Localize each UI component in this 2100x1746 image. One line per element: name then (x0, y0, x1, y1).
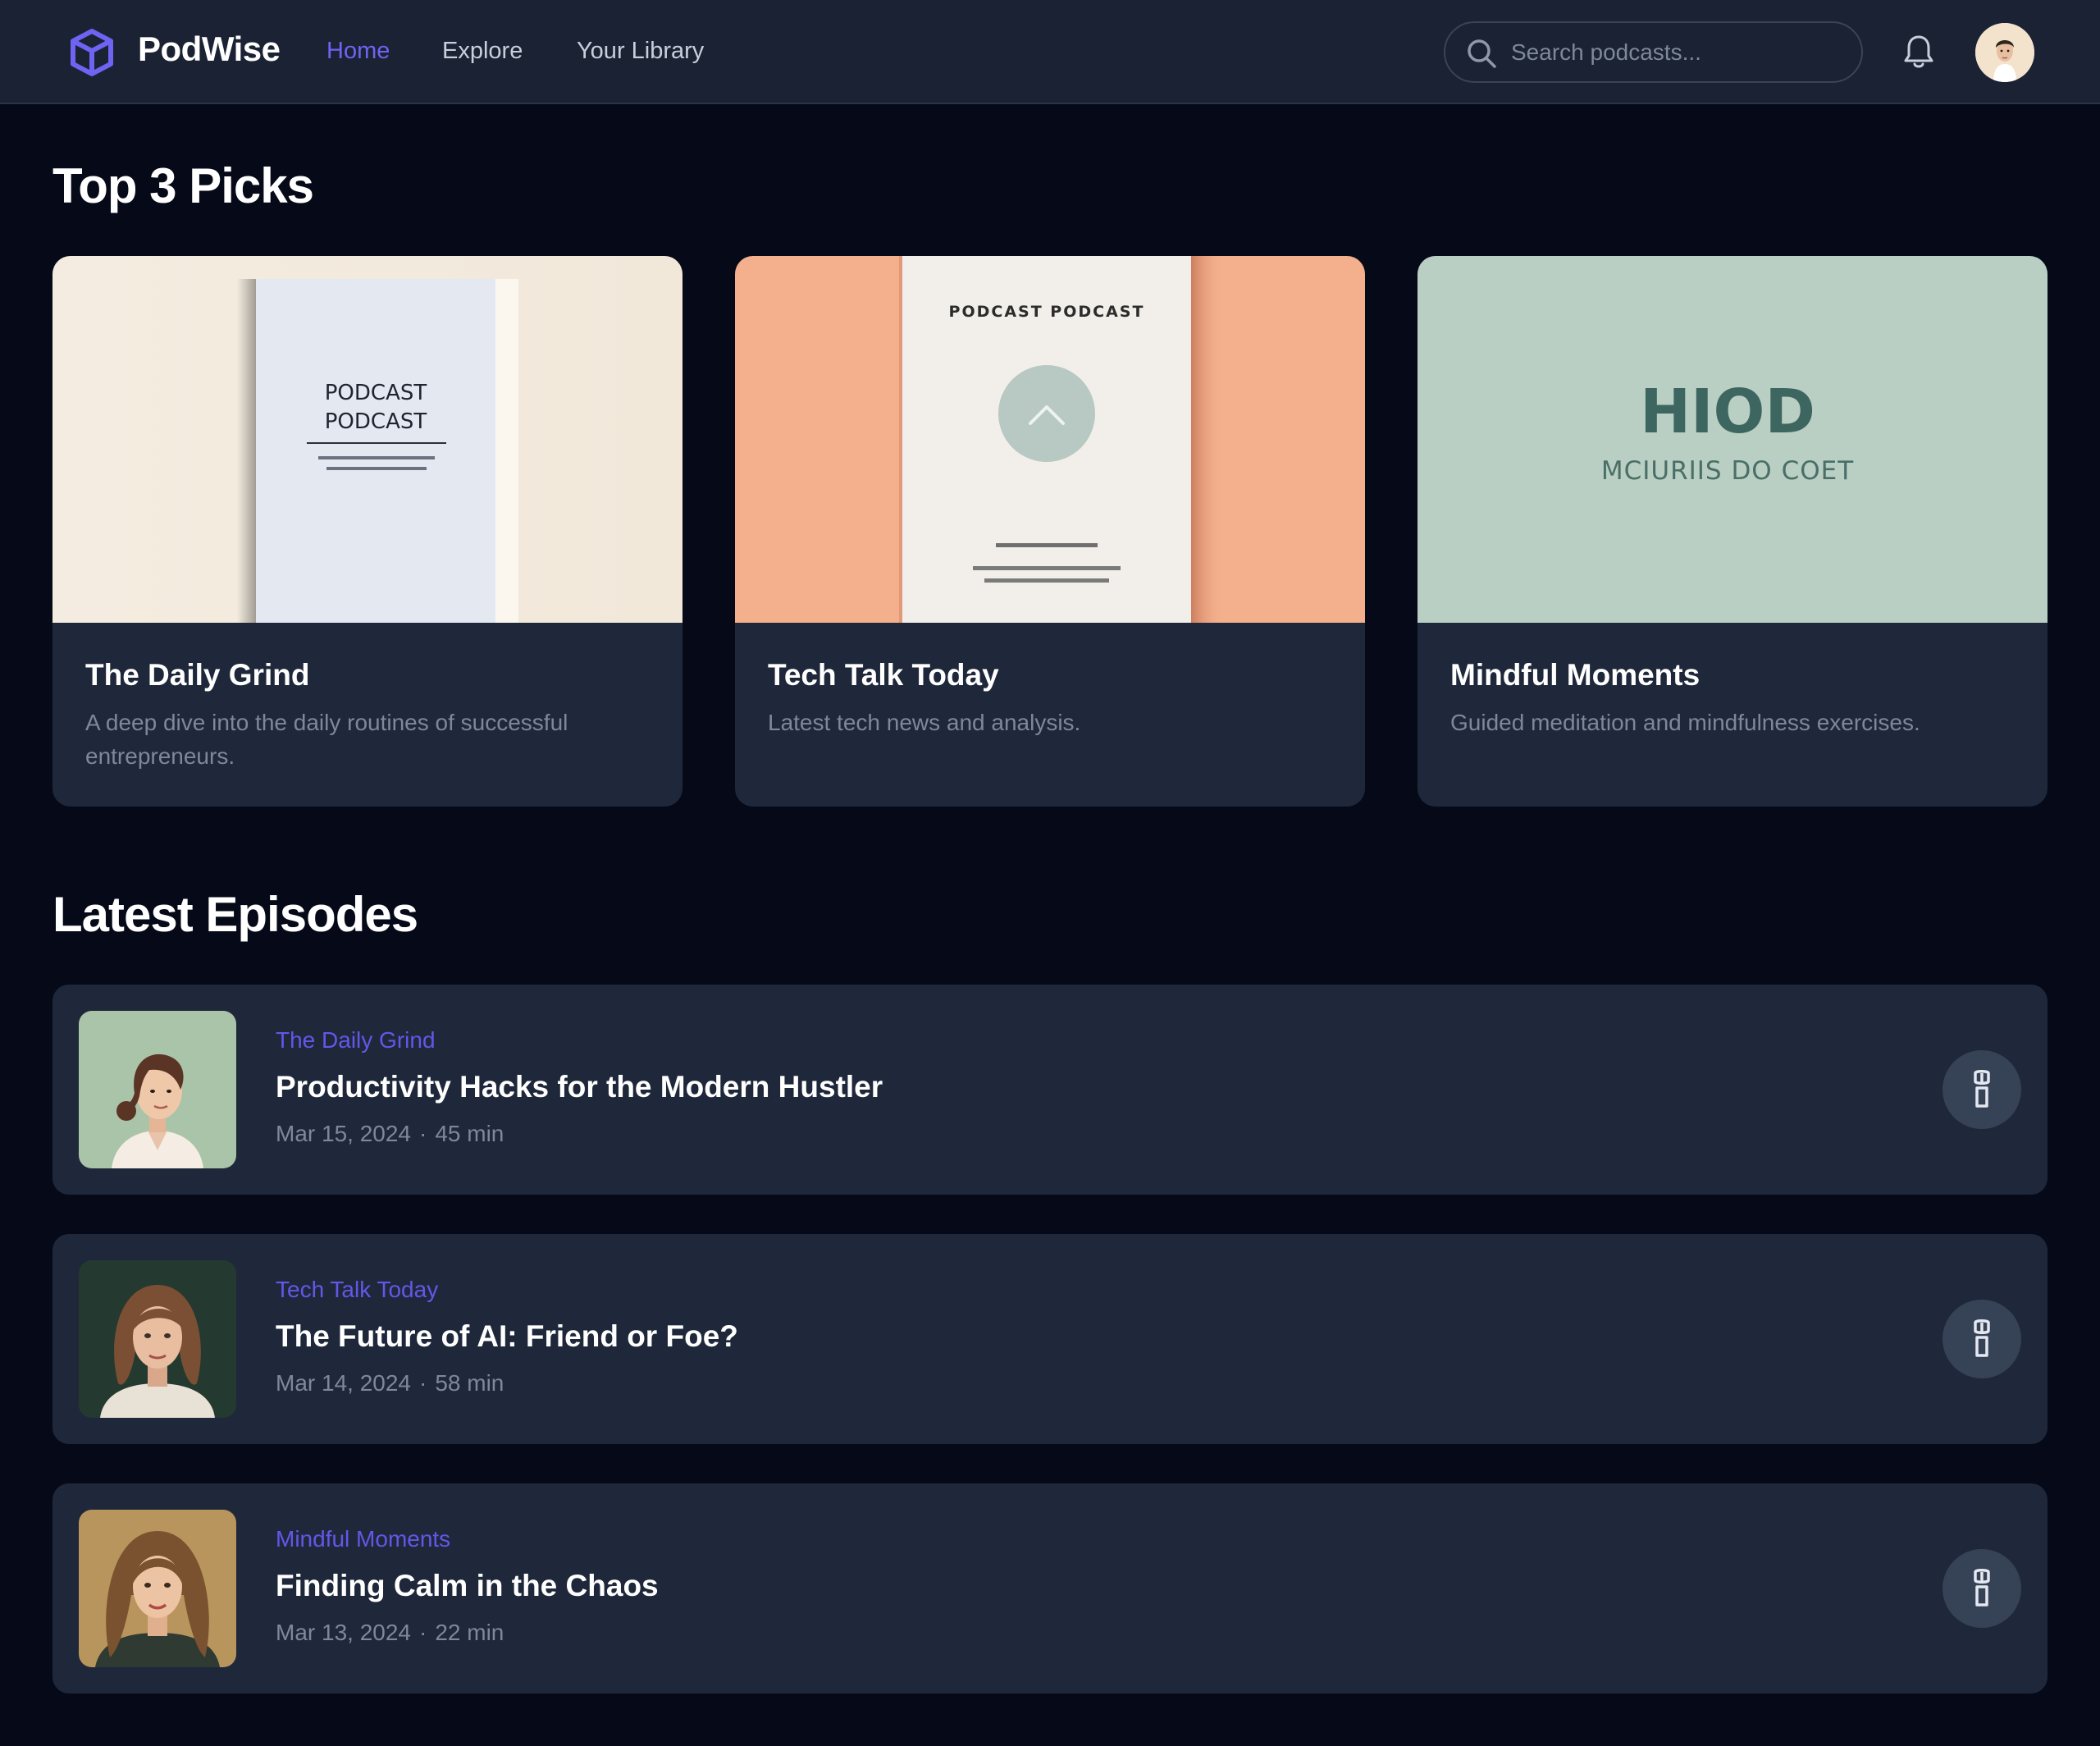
pick-description: Latest tech news and analysis. (768, 710, 1081, 735)
episode-show-name[interactable]: The Daily Grind (276, 1027, 436, 1054)
episode-title[interactable]: The Future of AI: Friend or Foe? (276, 1319, 738, 1354)
pick-title: Tech Talk Today (768, 658, 999, 692)
cube-logo-icon[interactable] (67, 28, 116, 77)
nav-home[interactable]: Home (326, 38, 390, 65)
pick-card-mindful-moments[interactable]: HIOD MCIURIIS DO COET Mindful Moments Gu… (1418, 256, 2048, 807)
episode-row[interactable]: Mindful Moments Finding Calm in the Chao… (52, 1483, 2048, 1693)
play-button[interactable] (1942, 1549, 2021, 1628)
pick-card-tech-talk-today[interactable]: PODCAST PODCAST Tech Talk Today Latest t… (735, 256, 1365, 807)
meta-separator: · (419, 1121, 427, 1146)
podcast-cover-art: PODCAST PODCAST (735, 256, 1365, 623)
episode-date: Mar 15, 2024 (276, 1121, 411, 1146)
episode-show-name[interactable]: Tech Talk Today (276, 1277, 438, 1303)
meta-separator: · (419, 1370, 427, 1396)
play-button[interactable] (1942, 1050, 2021, 1129)
episode-meta: Mar 14, 2024 · 58 min (276, 1370, 504, 1396)
pick-description: A deep dive into the daily routines of s… (85, 710, 568, 769)
episode-meta: Mar 13, 2024 · 22 min (276, 1620, 504, 1646)
search-input[interactable] (1511, 34, 1839, 71)
brand-name[interactable]: PodWise (138, 30, 281, 69)
play-icon (1974, 1569, 1990, 1607)
episode-row[interactable]: Tech Talk Today The Future of AI: Friend… (52, 1234, 2048, 1444)
episode-thumbnail (79, 1510, 236, 1667)
episode-thumbnail (79, 1260, 236, 1418)
svg-text:MCIURIIS DO COET: MCIURIIS DO COET (1601, 456, 1854, 486)
episode-title[interactable]: Finding Calm in the Chaos (276, 1569, 659, 1603)
meta-separator: · (419, 1620, 427, 1645)
play-icon (1974, 1070, 1990, 1108)
nav-explore[interactable]: Explore (442, 38, 523, 65)
top-navigation-bar: PodWise Home Explore Your Library (0, 0, 2100, 104)
latest-episodes-heading: Latest Episodes (52, 887, 418, 942)
pick-title: The Daily Grind (85, 658, 310, 692)
nav-your-library[interactable]: Your Library (577, 38, 704, 65)
episode-title[interactable]: Productivity Hacks for the Modern Hustle… (276, 1070, 883, 1104)
play-button[interactable] (1942, 1300, 2021, 1378)
episode-duration: 22 min (435, 1620, 504, 1645)
episode-row[interactable]: The Daily Grind Productivity Hacks for t… (52, 985, 2048, 1195)
episode-date: Mar 14, 2024 (276, 1370, 411, 1396)
search-icon (1468, 39, 1496, 68)
svg-text:PODCAST: PODCAST (325, 409, 427, 434)
episode-duration: 45 min (435, 1121, 504, 1146)
play-icon (1974, 1319, 1990, 1357)
podcast-cover-art: HIOD MCIURIIS DO COET (1418, 256, 2048, 623)
user-avatar[interactable] (1975, 23, 2034, 82)
episode-date: Mar 13, 2024 (276, 1620, 411, 1645)
episode-show-name[interactable]: Mindful Moments (276, 1526, 450, 1552)
pick-card-the-daily-grind[interactable]: PODCAST PODCAST The Daily Grind A deep d… (52, 256, 682, 807)
search-box[interactable] (1444, 21, 1863, 83)
episode-thumbnail (79, 1011, 236, 1168)
top-picks-heading: Top 3 Picks (52, 158, 314, 213)
svg-text:HIOD: HIOD (1640, 377, 1815, 447)
pick-title: Mindful Moments (1450, 658, 1701, 692)
episode-meta: Mar 15, 2024 · 45 min (276, 1121, 504, 1147)
pick-description: Guided meditation and mindfulness exerci… (1450, 710, 1920, 735)
bell-icon[interactable] (1901, 33, 1936, 71)
episode-duration: 58 min (435, 1370, 504, 1396)
podcast-cover-art: PODCAST PODCAST (52, 256, 682, 623)
svg-text:PODCAST: PODCAST (325, 381, 427, 405)
svg-text:PODCAST PODCAST: PODCAST PODCAST (949, 303, 1145, 321)
